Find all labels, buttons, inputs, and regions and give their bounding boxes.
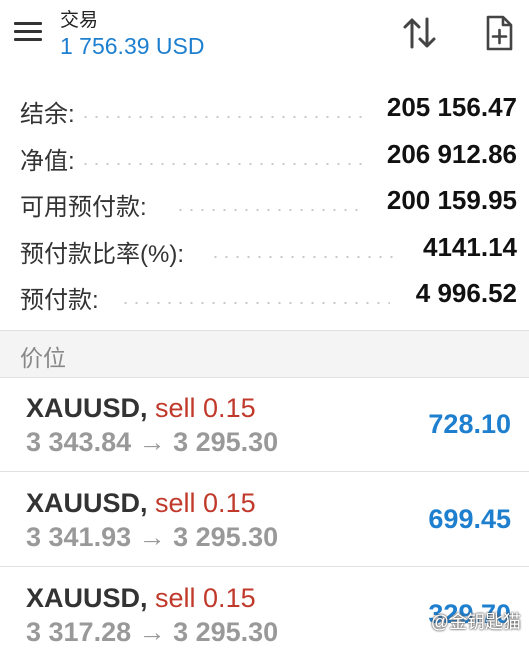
position-side: sell 0.15: [155, 488, 256, 518]
app-header: 交易 1 756.39 USD: [0, 0, 529, 72]
position-side: sell 0.15: [155, 393, 256, 423]
balance-value: 205 156.47: [386, 92, 517, 122]
balance-label: 结余:: [20, 101, 75, 128]
hamburger-menu-icon[interactable]: [14, 20, 44, 44]
watermark: @金钥匙猫: [430, 612, 521, 632]
account-row-margin-level: 预付款比率(%): 4141.14: [0, 226, 529, 273]
account-summary: 结余: 205 156.47 净值: 206 912.86 可用预付款: 200…: [0, 86, 529, 319]
account-row-balance: 结余: 205 156.47: [0, 86, 529, 133]
account-row-margin: 预付款: 4 996.52: [0, 272, 529, 319]
margin-value: 4 996.52: [415, 278, 517, 308]
leader-dots: [120, 302, 390, 304]
position-profit: 699.45: [428, 504, 511, 534]
symbol-name: XAUUSD,: [26, 583, 148, 613]
position-row[interactable]: XAUUSD, sell 0.15 3 343.84 → 3 295.30 72…: [0, 377, 529, 472]
position-prices: 3 343.84 → 3 295.30: [26, 427, 279, 457]
position-prices: 3 341.93 → 3 295.30: [26, 522, 279, 552]
account-row-equity: 净值: 206 912.86: [0, 133, 529, 180]
account-row-free-margin: 可用预付款: 200 159.95: [0, 179, 529, 226]
position-row[interactable]: XAUUSD, sell 0.15 3 341.93 → 3 295.30 69…: [0, 472, 529, 567]
sort-arrows-icon[interactable]: [400, 16, 440, 50]
position-profit: 728.10: [428, 409, 511, 439]
position-symbol: XAUUSD, sell 0.15: [26, 393, 256, 424]
position-symbol: XAUUSD, sell 0.15: [26, 583, 256, 614]
equity-label: 净值:: [20, 147, 75, 175]
free-margin-label: 可用预付款:: [20, 194, 147, 221]
page-title: 交易: [60, 10, 99, 31]
leader-dots: [175, 209, 365, 211]
margin-label: 预付款:: [20, 287, 99, 314]
profit-summary: 1 756.39 USD: [60, 33, 205, 59]
equity-value: 206 912.86: [386, 138, 517, 169]
section-title: 价位: [20, 345, 66, 371]
leader-dots: [80, 162, 368, 165]
leader-dots: [80, 116, 368, 118]
margin-level-label: 预付款比率(%):: [20, 240, 184, 268]
position-side: sell 0.15: [155, 583, 256, 613]
position-prices: 3 317.28 → 3 295.30: [26, 617, 279, 647]
free-margin-value: 200 159.95: [386, 185, 517, 215]
symbol-name: XAUUSD,: [26, 488, 148, 518]
leader-dots: [210, 255, 400, 258]
positions-section-header: 价位: [0, 330, 529, 378]
new-order-icon[interactable]: [480, 14, 518, 52]
position-symbol: XAUUSD, sell 0.15: [26, 488, 256, 519]
symbol-name: XAUUSD,: [26, 393, 148, 423]
margin-level-value: 4141.14: [423, 231, 517, 262]
